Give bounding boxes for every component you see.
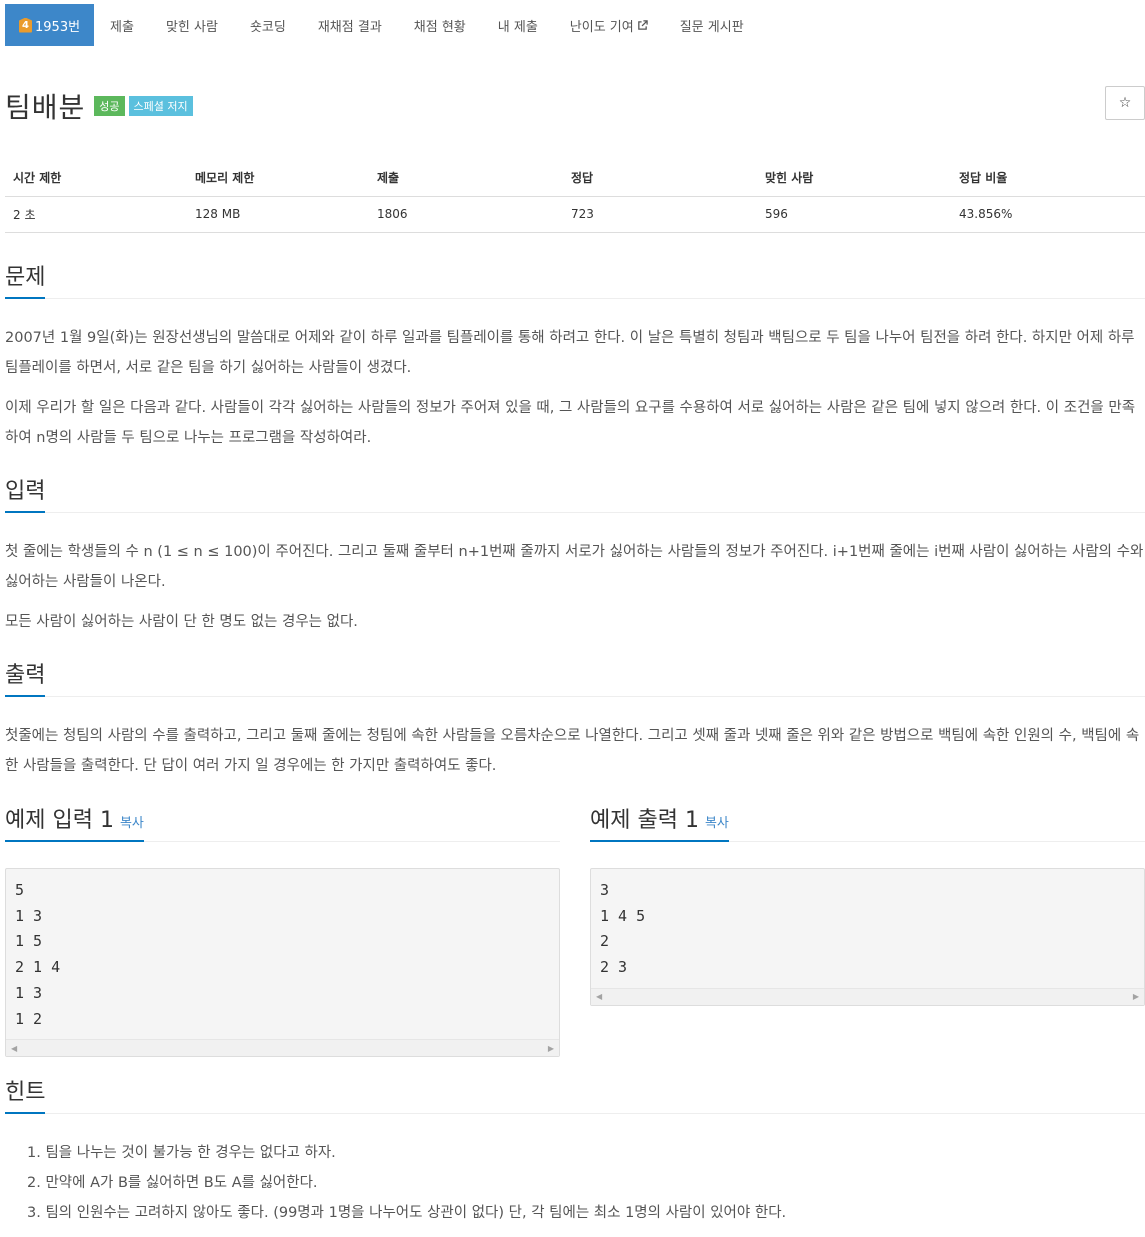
status-badge-success: 성공 (94, 96, 125, 116)
header-solved-users: 맞힌 사람 (757, 160, 951, 197)
sample-input-box: 5 1 3 1 5 2 1 4 1 3 1 2 ◀ ▶ (5, 868, 560, 1058)
hint-item: 3. 팀의 인원수는 고려하지 않아도 좋다. (99명과 1명을 나누어도 상… (27, 1205, 787, 1221)
sample-output-heading-bar: 예제 출력 1 복사 (590, 806, 1145, 842)
value-accept-ratio: 43.856% (951, 196, 1145, 233)
sample-input-text: 5 1 3 1 5 2 1 4 1 3 1 2 (15, 881, 61, 1028)
problem-number: 1953번 (35, 19, 81, 35)
difficulty-vote-label: 난이도 기여 (569, 19, 634, 35)
problem-section: 문제 2007년 1월 9일(화)는 원장선생님의 말씀대로 어제와 같이 하루… (5, 263, 1145, 453)
input-heading-bar: 입력 (5, 477, 1145, 513)
input-paragraph: 첫 줄에는 학생들의 수 n (1 ≤ n ≤ 100)이 주어진다. 그리고 … (5, 544, 1144, 590)
scroll-left-icon[interactable]: ◀ (596, 992, 602, 1001)
info-value-row: 2 초 128 MB 1806 723 596 43.856% (5, 196, 1145, 233)
tab-rejudge-result[interactable]: 재채점 결과 (302, 4, 398, 46)
problem-heading: 문제 (5, 263, 46, 299)
horizontal-scrollbar[interactable]: ◀ ▶ (6, 1039, 559, 1057)
status-badge-special-judge: 스페셜 저지 (128, 96, 193, 116)
sample-output-box: 3 1 4 5 2 2 3 ◀ ▶ (590, 868, 1145, 1006)
problem-nav: 4 1953번 제출 맞힌 사람 숏코딩 재채점 결과 채점 현황 내 제출 난… (5, 4, 760, 46)
title-row: 팀배분 성공 스페셜 저지 (5, 86, 193, 126)
input-heading: 입력 (5, 477, 46, 513)
sample-input-heading-bar: 예제 입력 1 복사 (5, 806, 560, 842)
copy-sample-output-link[interactable]: 복사 (705, 816, 729, 831)
sample-output-title: 예제 출력 1 (590, 808, 699, 833)
problem-heading-bar: 문제 (5, 263, 1145, 299)
input-section: 입력 첫 줄에는 학생들의 수 n (1 ≤ n ≤ 100)이 주어진다. 그… (5, 477, 1145, 637)
horizontal-scrollbar[interactable]: ◀ ▶ (591, 987, 1144, 1005)
hint-heading: 힌트 (5, 1078, 46, 1114)
page-title: 팀배분 (5, 91, 86, 124)
copy-sample-input-link[interactable]: 복사 (120, 816, 144, 831)
header-accepted: 정답 (563, 160, 757, 197)
output-heading-bar: 출력 (5, 661, 1145, 697)
problem-info-table: 시간 제한 메모리 제한 제출 정답 맞힌 사람 정답 비율 2 초 128 M… (5, 160, 1145, 233)
sample-input-title: 예제 입력 1 (5, 808, 114, 833)
hint-item: 1. 팀을 나누는 것이 불가능 한 경우는 없다고 하자. (27, 1145, 336, 1161)
tab-solved-users[interactable]: 맞힌 사람 (150, 4, 234, 46)
hint-list: 1. 팀을 나누는 것이 불가능 한 경우는 없다고 하자. 2. 만약에 A가… (5, 1138, 1145, 1228)
hint-item: 2. 만약에 A가 B를 싫어하면 B도 A를 싫어한다. (27, 1175, 318, 1191)
sample-output-heading: 예제 출력 1 복사 (590, 806, 729, 842)
favorite-star-button[interactable]: ☆ (1105, 86, 1145, 120)
value-solved-users: 596 (757, 196, 951, 233)
tab-my-submissions[interactable]: 내 제출 (482, 4, 554, 46)
hint-section: 힌트 1. 팀을 나누는 것이 불가능 한 경우는 없다고 하자. 2. 만약에… (5, 1078, 1145, 1228)
header-submissions: 제출 (369, 160, 563, 197)
sample-input-section: 예제 입력 1 복사 5 1 3 1 5 2 1 4 1 3 1 2 ◀ ▶ (5, 806, 560, 1058)
star-icon: ☆ (1118, 95, 1132, 111)
sample-output-text: 3 1 4 5 2 2 3 (600, 881, 646, 977)
scroll-right-icon[interactable]: ▶ (548, 1044, 554, 1053)
tab-difficulty-vote[interactable]: 난이도 기여 (554, 4, 664, 46)
tab-question-board[interactable]: 질문 게시판 (664, 4, 760, 46)
output-heading: 출력 (5, 661, 46, 697)
sample-output-section: 예제 출력 1 복사 3 1 4 5 2 2 3 ◀ ▶ (590, 806, 1145, 1006)
output-paragraph: 첫줄에는 청팀의 사람의 수를 출력하고, 그리고 둘째 줄에는 청팀에 속한 … (5, 728, 1140, 774)
external-link-icon (637, 19, 648, 31)
scroll-left-icon[interactable]: ◀ (11, 1044, 17, 1053)
tab-submit[interactable]: 제출 (94, 4, 150, 46)
header-memory-limit: 메모리 제한 (187, 160, 369, 197)
value-accepted: 723 (563, 196, 757, 233)
problem-paragraph: 2007년 1월 9일(화)는 원장선생님의 말씀대로 어제와 같이 하루 일과… (5, 330, 1135, 376)
sample-input-heading: 예제 입력 1 복사 (5, 806, 144, 842)
scroll-right-icon[interactable]: ▶ (1133, 992, 1139, 1001)
value-memory-limit: 128 MB (187, 196, 369, 233)
value-time-limit: 2 초 (5, 196, 187, 233)
value-submissions: 1806 (369, 196, 563, 233)
level-badge-icon: 4 (19, 17, 32, 33)
output-section: 출력 첫줄에는 청팀의 사람의 수를 출력하고, 그리고 둘째 줄에는 청팀에 … (5, 661, 1145, 781)
header-accept-ratio: 정답 비율 (951, 160, 1145, 197)
tab-problem[interactable]: 4 1953번 (5, 4, 95, 46)
problem-paragraph: 이제 우리가 할 일은 다음과 같다. 사람들이 각각 싫어하는 사람들의 정보… (5, 400, 1136, 446)
tab-status[interactable]: 채점 현황 (398, 4, 482, 46)
input-paragraph: 모든 사람이 싫어하는 사람이 단 한 명도 없는 경우는 없다. (5, 614, 358, 630)
tab-short-coding[interactable]: 숏코딩 (234, 4, 302, 46)
header-time-limit: 시간 제한 (5, 160, 187, 197)
info-header-row: 시간 제한 메모리 제한 제출 정답 맞힌 사람 정답 비율 (5, 160, 1145, 197)
hint-heading-bar: 힌트 (5, 1078, 1145, 1114)
